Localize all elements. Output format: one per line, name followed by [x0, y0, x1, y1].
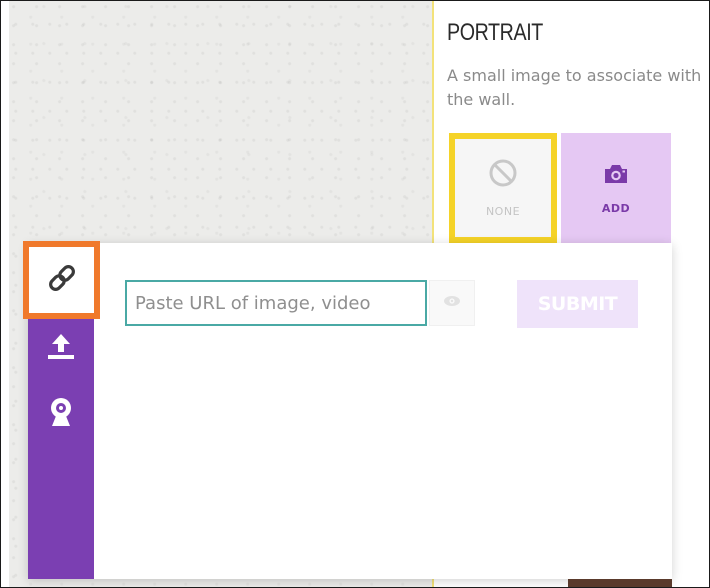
tab-upload[interactable]	[44, 331, 78, 365]
left-edge	[1, 1, 9, 587]
portrait-option-add[interactable]: ADD	[561, 133, 671, 245]
option-none-label: NONE	[485, 205, 521, 218]
camera-icon	[603, 163, 629, 190]
eye-icon	[443, 294, 461, 312]
url-input[interactable]	[125, 280, 427, 326]
portrait-title: PORTRAIT	[447, 19, 543, 46]
webcam-icon	[48, 397, 74, 432]
upload-icon	[46, 331, 76, 366]
submit-button[interactable]: SUBMIT	[517, 280, 638, 328]
ban-icon	[488, 158, 518, 193]
tab-link[interactable]	[23, 241, 100, 319]
link-icon	[45, 261, 79, 300]
option-add-label: ADD	[601, 202, 631, 215]
tab-webcam[interactable]	[41, 394, 81, 434]
preview-button[interactable]	[429, 280, 475, 326]
portrait-description: A small image to associate with the wall…	[447, 66, 702, 109]
portrait-option-none[interactable]: NONE	[449, 133, 557, 243]
background-edge-strip	[568, 579, 672, 587]
screenshot-frame: PORTRAIT A small image to associate with…	[0, 0, 710, 588]
